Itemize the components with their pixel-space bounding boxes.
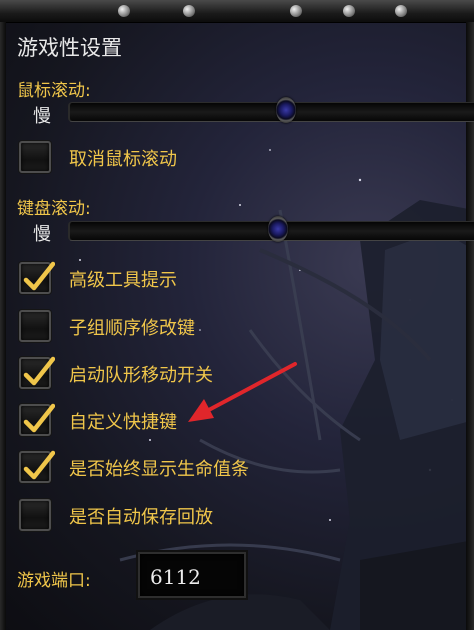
autosave-replay-checkbox[interactable] — [19, 499, 51, 531]
checkmark-icon — [23, 403, 55, 433]
rivet-icon — [395, 5, 407, 17]
keyboard-scroll-slider-knob[interactable] — [268, 216, 288, 242]
checkmark-icon — [23, 261, 55, 291]
option-label: 子组顺序修改键 — [69, 318, 195, 339]
keyboard-scroll-slow-label: 慢 — [33, 224, 51, 245]
page-title: 游戏性设置 — [17, 36, 122, 60]
option-custom-hotkeys[interactable]: 自定义快捷键 — [19, 403, 349, 440]
option-label: 自定义快捷键 — [69, 412, 177, 433]
option-label: 高级工具提示 — [69, 270, 177, 291]
keyboard-scroll-label: 键盘滚动: — [17, 199, 91, 219]
option-label: 是否自动保存回放 — [69, 507, 213, 528]
advanced-tooltips-checkbox[interactable] — [19, 261, 55, 294]
option-subgroup-order-key[interactable]: 子组顺序修改键 — [19, 310, 349, 346]
mouse-scroll-slow-label: 慢 — [33, 106, 51, 127]
option-label: 是否始终显示生命值条 — [69, 459, 249, 480]
top-frame-bar — [0, 0, 474, 23]
disable-mouse-scroll-checkbox[interactable] — [19, 141, 51, 173]
rivet-icon — [118, 5, 130, 17]
option-label: 启动队形移动开关 — [69, 365, 213, 386]
subgroup-order-key-checkbox[interactable] — [19, 310, 51, 342]
option-advanced-tooltips[interactable]: 高级工具提示 — [19, 261, 349, 298]
mouse-scroll-label: 鼠标滚动: — [17, 81, 91, 101]
mouse-scroll-slider[interactable] — [68, 97, 474, 123]
game-port-label: 游戏端口: — [17, 571, 91, 591]
rivet-icon — [343, 5, 355, 17]
checkmark-icon — [23, 450, 55, 480]
game-port-input[interactable]: 6112 — [138, 552, 246, 598]
option-formation-move-toggle[interactable]: 启动队形移动开关 — [19, 356, 349, 393]
rivet-icon — [290, 5, 302, 17]
keyboard-scroll-slider[interactable] — [68, 216, 474, 242]
mouse-scroll-slider-knob[interactable] — [276, 97, 296, 123]
formation-move-toggle-checkbox[interactable] — [19, 356, 55, 389]
disable-mouse-scroll-option[interactable]: 取消鼠标滚动 — [19, 141, 349, 177]
disable-mouse-scroll-label: 取消鼠标滚动 — [69, 149, 177, 170]
game-port-value: 6112 — [150, 565, 201, 589]
left-frame — [0, 22, 6, 630]
rivet-icon — [183, 5, 195, 17]
checkmark-icon — [23, 356, 55, 386]
option-autosave-replay[interactable]: 是否自动保存回放 — [19, 499, 349, 535]
option-always-show-health-bars[interactable]: 是否始终显示生命值条 — [19, 450, 349, 487]
custom-hotkeys-checkbox[interactable] — [19, 403, 55, 436]
always-show-health-bars-checkbox[interactable] — [19, 450, 55, 483]
